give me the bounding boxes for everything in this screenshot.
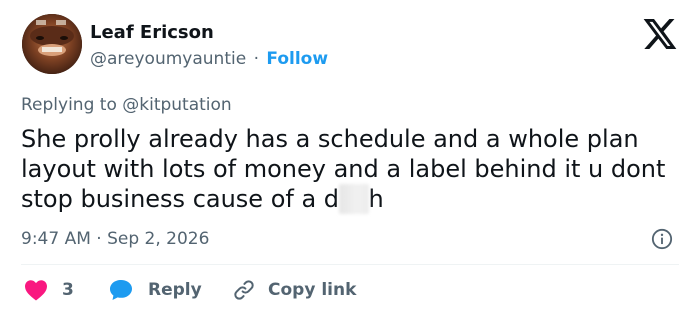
divider — [21, 264, 679, 265]
like-button[interactable]: 3 — [24, 276, 74, 304]
follow-button[interactable]: Follow — [266, 49, 328, 69]
tweet-text-end: h — [368, 185, 384, 213]
author-handle[interactable]: @areyoumyauntie — [90, 49, 246, 69]
tweet-card: Leaf Ericson @areyoumyauntie · Follow Re… — [0, 0, 700, 318]
link-icon — [234, 280, 254, 300]
censored-word: ea — [339, 184, 369, 214]
x-logo-icon[interactable] — [643, 19, 677, 49]
meta-separator: · — [96, 229, 102, 249]
avatar[interactable] — [22, 14, 82, 74]
action-bar: 3 Reply Copy link — [0, 276, 700, 304]
handle-separator: · — [253, 49, 259, 69]
info-icon[interactable] — [651, 228, 673, 250]
tweet-date[interactable]: Sep 2, 2026 — [107, 229, 209, 249]
reply-label: Reply — [148, 280, 202, 300]
tweet-time[interactable]: 9:47 AM — [21, 229, 91, 249]
like-count: 3 — [62, 280, 74, 300]
copy-link-button[interactable]: Copy link — [232, 276, 356, 304]
replying-to: Replying to @kitputation — [21, 95, 232, 115]
replying-prefix: Replying to — [21, 95, 117, 115]
tweet-text: She prolly already has a schedule and a … — [21, 124, 689, 214]
heart-icon — [25, 280, 47, 301]
reply-bubble-icon — [110, 280, 132, 300]
copy-link-label: Copy link — [268, 280, 357, 300]
tweet-meta[interactable]: 9:47 AM · Sep 2, 2026 — [21, 229, 209, 249]
reply-button[interactable]: Reply — [108, 276, 202, 304]
handle-row: @areyoumyauntie · Follow — [90, 49, 328, 69]
author-name[interactable]: Leaf Ericson — [90, 22, 214, 43]
replying-mention[interactable]: @kitputation — [122, 95, 231, 115]
